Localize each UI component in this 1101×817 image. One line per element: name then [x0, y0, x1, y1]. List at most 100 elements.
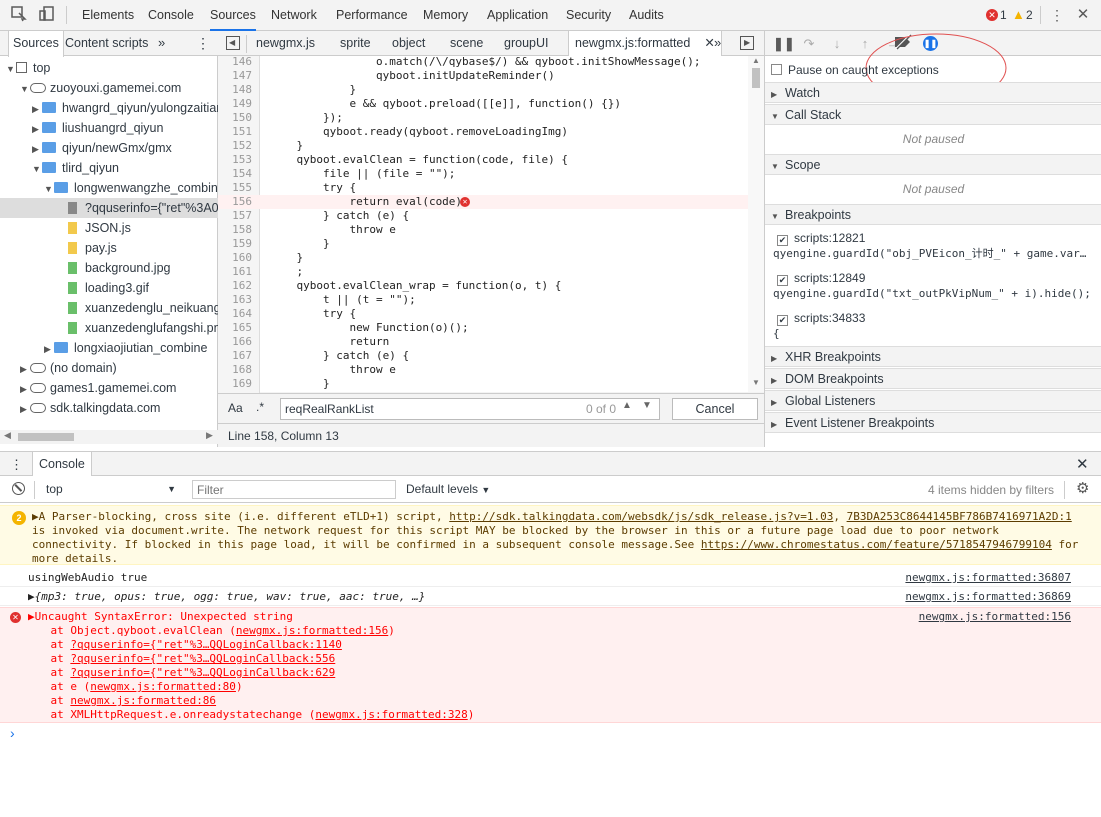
toggle-navigator-icon[interactable]: ◀ [226, 36, 240, 50]
code-line[interactable]: 150 }); [218, 111, 748, 125]
collapsed-triangle-icon[interactable]: ▶ [32, 99, 42, 118]
line-number[interactable]: 167 [218, 349, 256, 363]
tree-item[interactable]: xuanzedenglu_neikuang. [0, 298, 218, 318]
inspect-element-icon[interactable] [10, 6, 28, 24]
editor-tab-groupui[interactable]: groupUI [504, 31, 548, 56]
close-drawer-icon[interactable]: ✕ [1076, 455, 1089, 473]
code-line[interactable]: 154 file || (file = ""); [218, 167, 748, 181]
log-object-text[interactable]: ▶{mp3: true, opus: true, ogg: true, wav:… [28, 590, 425, 604]
tree-item[interactable]: pay.js [0, 238, 218, 258]
pause-caught-checkbox[interactable] [771, 64, 782, 75]
console-settings-icon[interactable]: ⚙ [1076, 479, 1089, 497]
log-source-link[interactable]: newgmx.js:formatted:36807 [905, 571, 1071, 585]
tree-item[interactable]: loading3.gif [0, 278, 218, 298]
code-line[interactable]: 146 o.match(/\/qybase$/) && qyboot.initS… [218, 56, 748, 69]
drawer-tab-console[interactable]: Console [32, 452, 92, 477]
more-tabs-icon[interactable]: » [158, 35, 165, 50]
line-number[interactable]: 149 [218, 97, 256, 111]
code-line[interactable]: 155 try { [218, 181, 748, 195]
code-line[interactable]: 168 throw e [218, 363, 748, 377]
expanded-triangle-icon[interactable]: ▼ [44, 179, 54, 198]
collapsed-triangle-icon[interactable]: ▶ [44, 339, 54, 358]
navigator-hscrollbar[interactable]: ◀ ▶ [0, 430, 218, 444]
section-breakpoints[interactable]: ▼ Breakpoints [765, 204, 1101, 225]
tree-item[interactable]: ▼ top [0, 58, 218, 78]
pause-on-caught-exceptions[interactable]: Pause on caught exceptions [771, 61, 939, 79]
line-number[interactable]: 168 [218, 363, 256, 377]
tab-network[interactable]: Network [271, 0, 317, 31]
stack-frame-link[interactable]: newgmx.js:formatted:156 [236, 624, 388, 637]
line-number[interactable]: 169 [218, 377, 256, 391]
tree-item[interactable]: JSON.js [0, 218, 218, 238]
code-line[interactable]: 157 } catch (e) { [218, 209, 748, 223]
stack-frame-link[interactable]: ?qquserinfo={"ret"%3…QQLoginCallback:556 [70, 652, 335, 665]
line-number[interactable]: 161 [218, 265, 256, 279]
tree-item[interactable]: ▶ (no domain) [0, 358, 218, 378]
editor-tab-scene[interactable]: scene [450, 31, 483, 56]
section-scope[interactable]: ▼ Scope [765, 154, 1101, 175]
stack-frame-link[interactable]: newgmx.js:formatted:86 [70, 694, 216, 707]
code-line[interactable]: 149 e && qyboot.preload([[e]], function(… [218, 97, 748, 111]
tree-item[interactable]: background.jpg [0, 258, 218, 278]
more-options-icon[interactable]: ⋮ [1048, 6, 1066, 24]
section-xhr-breakpoints[interactable]: ▶ XHR Breakpoints [765, 346, 1101, 367]
line-number[interactable]: 163 [218, 293, 256, 307]
warning-count-icon[interactable]: ▲ [1012, 7, 1025, 22]
code-line[interactable]: 158 throw e [218, 223, 748, 237]
warning-url-link[interactable]: http://sdk.talkingdata.com/websdk/js/sdk… [449, 510, 833, 523]
warning-source-link[interactable]: 7B3DA253C8644145BF786B7416971A2D:1 [847, 510, 1072, 523]
warning-count[interactable]: 2 [1026, 8, 1033, 22]
expanded-triangle-icon[interactable]: ▼ [6, 59, 16, 78]
tab-performance[interactable]: Performance [336, 0, 408, 31]
collapsed-triangle-icon[interactable]: ▶ [20, 399, 30, 418]
collapsed-triangle-icon[interactable]: ▶ [32, 139, 42, 158]
search-next-icon[interactable]: ▼ [642, 400, 652, 411]
section-watch[interactable]: ▶ Watch [765, 82, 1101, 103]
line-number[interactable]: 157 [218, 209, 256, 223]
clear-console-icon[interactable] [12, 482, 25, 495]
collapsed-triangle-icon[interactable]: ▶ [20, 379, 30, 398]
breakpoint-checkbox[interactable]: ✔ [777, 275, 788, 286]
section-event-listener-breakpoints[interactable]: ▶ Event Listener Breakpoints [765, 412, 1101, 433]
tree-item[interactable]: ▶ qiyun/newGmx/gmx [0, 138, 218, 158]
console-prompt[interactable]: › [10, 725, 15, 741]
line-number[interactable]: 162 [218, 279, 256, 293]
line-number[interactable]: 153 [218, 153, 256, 167]
code-line[interactable]: 147 qyboot.initUpdateReminder() [218, 69, 748, 83]
line-number[interactable]: 160 [218, 251, 256, 265]
tree-item[interactable]: ▶ games1.gamemei.com [0, 378, 218, 398]
tab-application[interactable]: Application [487, 0, 548, 31]
drawer-menu-icon[interactable]: ⋮ [10, 457, 23, 473]
stack-frame-link[interactable]: newgmx.js:formatted:80 [90, 680, 236, 693]
tab-security[interactable]: Security [566, 0, 611, 31]
pause-resume-icon[interactable]: ❚❚ [773, 34, 795, 54]
editor-tab-newgmx[interactable]: newgmx.js [256, 31, 315, 56]
tree-item[interactable]: ▼ tlird_qiyun [0, 158, 218, 178]
code-line[interactable]: 164 try { [218, 307, 748, 321]
line-number[interactable]: 159 [218, 237, 256, 251]
stack-frame-link[interactable]: ?qquserinfo={"ret"%3…QQLoginCallback:114… [70, 638, 342, 651]
code-line[interactable]: 156 return eval(code) ✕ [218, 195, 748, 209]
breakpoint-checkbox[interactable]: ✔ [777, 235, 788, 246]
cancel-search-button[interactable]: Cancel [672, 398, 758, 420]
code-line[interactable]: 162 qyboot.evalClean_wrap = function(o, … [218, 279, 748, 293]
line-number[interactable]: 150 [218, 111, 256, 125]
code-line[interactable]: 159 } [218, 237, 748, 251]
error-count-icon[interactable]: ✕ [986, 9, 998, 21]
device-toolbar-icon[interactable] [38, 6, 56, 24]
more-editor-tabs-icon[interactable]: » [714, 35, 721, 50]
code-line[interactable]: 151 qyboot.ready(qyboot.removeLoadingImg… [218, 125, 748, 139]
toggle-debugger-icon[interactable]: ▶ [740, 36, 754, 50]
code-vscrollbar[interactable]: ▲ ▼ [748, 56, 764, 406]
line-number[interactable]: 158 [218, 223, 256, 237]
line-number[interactable]: 156 [218, 195, 256, 209]
code-area[interactable]: 146 o.match(/\/qybase$/) && qyboot.initS… [218, 56, 764, 406]
line-number[interactable]: 147 [218, 69, 256, 83]
code-line[interactable]: 161 ; [218, 265, 748, 279]
code-line[interactable]: 167 } catch (e) { [218, 349, 748, 363]
tab-console[interactable]: Console [148, 0, 194, 31]
tree-item[interactable]: ?qquserinfo={"ret"%3A0 [0, 198, 218, 218]
step-into-icon[interactable]: ↓ [827, 34, 847, 54]
tree-item[interactable]: ▶ sdk.talkingdata.com [0, 398, 218, 418]
tree-item[interactable]: ▼ zuoyouxi.gamemei.com [0, 78, 218, 98]
